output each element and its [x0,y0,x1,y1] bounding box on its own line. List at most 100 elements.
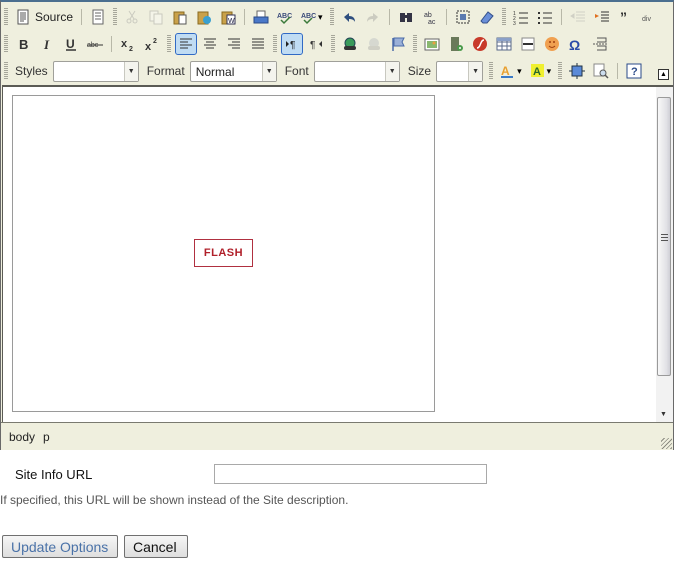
path-item-p[interactable]: p [43,430,50,444]
font-select[interactable]: ▼ [313,60,400,82]
cancel-button[interactable]: Cancel [124,535,188,558]
size-select[interactable]: ▼ [436,60,484,82]
numbered-list-button[interactable]: 123 [510,6,532,28]
spellcheck-dropdown-icon: ABC [301,9,317,25]
flash-button[interactable] [469,33,491,55]
flash-object-placeholder[interactable]: FLASH [12,95,435,412]
resize-handle-icon[interactable] [661,438,672,449]
templates-button[interactable] [87,6,109,28]
path-item-body[interactable]: body [9,430,35,444]
chevron-down-icon[interactable]: ▼ [468,61,483,81]
align-center-button[interactable] [199,33,221,55]
toolbar-row-1: Source W ABC ABC ▾ ab ac 1 2 3 ” div [1,4,662,30]
styles-label: Styles [15,64,48,78]
svg-text:ac: ac [428,19,436,25]
site-info-help-text: If specified, this URL will be shown ins… [0,493,349,507]
toolbar-row-3: Styles ▼ Format Normal ▼ Font ▼ Size ▼ A… [1,58,646,84]
collapse-toolbar-button[interactable]: ▲ [658,69,669,80]
scrollbar-thumb[interactable] [657,97,671,376]
anchor-button[interactable] [387,33,409,55]
format-select[interactable]: Normal ▼ [189,60,277,82]
smiley-button[interactable] [541,33,563,55]
chevron-down-icon[interactable]: ▼ [384,61,399,81]
select-all-button[interactable] [452,6,474,28]
toolbar-grip [331,35,335,53]
justify-button[interactable] [247,33,269,55]
paste-text-button[interactable] [193,6,215,28]
find-button[interactable] [395,6,417,28]
italic-icon: I [39,36,55,52]
underline-button[interactable]: U [60,33,82,55]
site-info-url-input[interactable] [214,464,487,484]
svg-text:ABC: ABC [301,13,316,20]
table-icon [496,36,512,52]
toolbar-separator [617,63,619,79]
bold-button[interactable]: B [12,33,34,55]
page-break-button[interactable] [589,33,611,55]
indent-icon [594,9,610,25]
paste-button[interactable] [169,6,191,28]
svg-text:A: A [533,66,541,78]
toolbar-separator [560,9,562,25]
bulleted-list-button[interactable] [534,6,556,28]
print-button[interactable] [250,6,272,28]
outdent-button[interactable] [567,6,589,28]
bulleted-list-icon [537,9,553,25]
svg-text:B: B [19,37,28,52]
flash-label: FLASH [194,239,253,267]
chevron-down-icon[interactable]: ▼ [123,61,138,81]
text-color-button[interactable]: A ▾ [497,60,525,82]
image-button[interactable] [421,33,443,55]
superscript-icon: x2 [144,36,160,52]
table-button[interactable] [493,33,515,55]
select-all-icon [455,9,471,25]
toolbar-grip [4,62,8,80]
vertical-scrollbar[interactable]: ▼ [656,87,673,422]
italic-button[interactable]: I [36,33,58,55]
about-button[interactable]: ? [623,60,645,82]
align-left-button[interactable] [175,33,197,55]
chevron-down-icon[interactable]: ▼ [261,61,276,81]
source-button[interactable]: Source [12,6,76,28]
chevron-down-icon: ▾ [546,65,552,76]
svg-text:x: x [121,38,128,50]
toolbar-separator [445,9,447,25]
scayt-button[interactable]: ABC ▾ [298,6,326,28]
undo-button[interactable] [338,6,360,28]
paste-word-button[interactable]: W [217,6,239,28]
strike-button[interactable]: abc [84,33,106,55]
paste-word-icon: W [220,9,236,25]
show-blocks-button[interactable] [590,60,612,82]
horizontal-rule-button[interactable] [517,33,539,55]
blockquote-button[interactable]: ” [615,6,637,28]
special-char-button[interactable]: Ω [565,33,587,55]
remove-format-button[interactable] [476,6,498,28]
background-color-icon: A [530,63,546,79]
indent-button[interactable] [591,6,613,28]
superscript-button[interactable]: x2 [141,33,163,55]
redo-button[interactable] [362,6,384,28]
svg-text:2: 2 [153,38,157,45]
bg-color-button[interactable]: A ▾ [527,60,555,82]
align-right-button[interactable] [223,33,245,55]
maximize-button[interactable] [566,60,588,82]
unlink-button[interactable] [363,33,385,55]
editor-content-area[interactable]: FLASH ▼ [2,85,673,422]
rtl-button[interactable]: ¶ [305,33,327,55]
cut-button[interactable] [121,6,143,28]
scissors-icon [124,9,140,25]
align-center-icon [202,36,218,52]
create-div-button[interactable]: div [639,6,661,28]
update-options-button[interactable]: Update Options [2,535,118,558]
svg-text:div: div [642,16,651,23]
undo-icon [341,9,357,25]
ltr-button[interactable]: ¶ [281,33,303,55]
media-button[interactable] [445,33,467,55]
copy-button[interactable] [145,6,167,28]
link-button[interactable] [339,33,361,55]
scroll-down-arrow-icon[interactable]: ▼ [660,411,667,418]
subscript-button[interactable]: x2 [117,33,139,55]
styles-select[interactable]: ▼ [52,60,139,82]
spellcheck-button[interactable]: ABC [274,6,296,28]
replace-button[interactable]: ab ac [419,6,441,28]
